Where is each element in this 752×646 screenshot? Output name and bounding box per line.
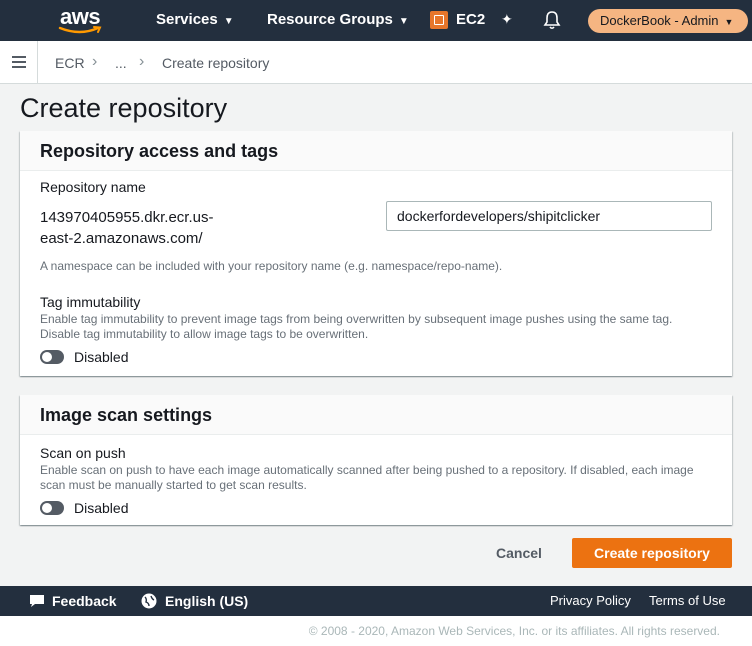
tag-immutability-toggle[interactable] [40,350,64,364]
chevron-down-icon: ▼ [724,17,734,27]
privacy-policy-link[interactable]: Privacy Policy [550,593,631,608]
services-label: Services [156,11,218,28]
footer: Feedback English (US) Privacy Policy Ter… [0,586,752,616]
tag-immutability-description: Enable tag immutability to prevent image… [40,312,672,342]
services-menu[interactable]: Services ▼ [156,11,234,28]
tag-desc-line2: Disable tag immutability to allow image … [40,327,369,341]
aws-smile-icon [58,26,102,34]
top-nav: aws Services ▼ Resource Groups ▼ EC2 ✦ Doc… [0,0,752,41]
scan-on-push-description: Enable scan on push to have each image a… [40,463,694,493]
breadcrumb-bar: ECR › ... › Create repository [0,41,752,84]
panel-heading: Repository access and tags [20,131,732,171]
copyright-bar: © 2008 - 2020, Amazon Web Services, Inc.… [0,616,752,646]
scan-on-push-toggle[interactable] [40,501,64,515]
feedback-label: Feedback [52,593,117,609]
menu-icon[interactable] [12,56,26,71]
feedback-link[interactable]: Feedback [28,593,117,609]
namespace-hint: A namespace can be included with your re… [40,259,503,273]
tag-immutability-label: Tag immutability [40,294,141,310]
resource-groups-menu[interactable]: Resource Groups ▼ [267,11,409,28]
account-label: DockerBook - Admin [600,13,719,28]
chevron-right-icon: › [139,53,145,70]
language-selector[interactable]: English (US) [141,593,248,609]
cancel-button[interactable]: Cancel [483,538,555,568]
page-title: Create repository [20,93,228,123]
tag-immutability-state: Disabled [74,349,129,365]
chevron-right-icon: › [92,53,98,70]
globe-icon [141,593,157,609]
scan-desc-line1: Enable scan on push to have each image a… [40,463,694,477]
panel-heading: Image scan settings [20,395,732,435]
chat-bubble-icon [30,595,44,607]
scan-on-push-state: Disabled [74,500,129,516]
image-scan-panel: Image scan settings Scan on push Enable … [20,395,732,525]
resource-groups-label: Resource Groups [267,11,393,28]
create-repository-button[interactable]: Create repository [572,538,732,568]
registry-uri-line1: 143970405955.dkr.ecr.us- [40,209,214,226]
repository-name-input[interactable] [386,201,712,231]
breadcrumb-ecr[interactable]: ECR [55,55,85,71]
ec2-service-icon[interactable] [430,11,448,29]
scan-desc-line2: scan must be manually started to get sca… [40,478,307,492]
repository-name-label: Repository name [40,179,146,195]
language-label: English (US) [165,593,249,609]
divider [37,41,38,84]
copyright-text: © 2008 - 2020, Amazon Web Services, Inc.… [308,624,720,638]
scan-on-push-label: Scan on push [40,445,126,461]
breadcrumb-current: Create repository [162,55,270,71]
pin-icon[interactable]: ✦ [501,11,513,28]
aws-logo[interactable]: aws [56,4,106,37]
tag-desc-line1: Enable tag immutability to prevent image… [40,312,673,326]
breadcrumb-ellipsis[interactable]: ... [115,55,127,71]
chevron-down-icon: ▼ [398,16,409,27]
repository-access-panel: Repository access and tags Repository na… [20,131,732,376]
chevron-down-icon: ▼ [223,16,234,27]
account-menu[interactable]: DockerBook - Admin ▼ [588,9,748,33]
registry-uri: 143970405955.dkr.ecr.us- east-2.amazonaw… [40,207,240,249]
terms-of-use-link[interactable]: Terms of Use [649,593,726,608]
registry-uri-line2: east-2.amazonaws.com/ [40,230,203,247]
ec2-shortcut[interactable]: EC2 [456,11,485,28]
bell-icon[interactable] [543,10,561,35]
